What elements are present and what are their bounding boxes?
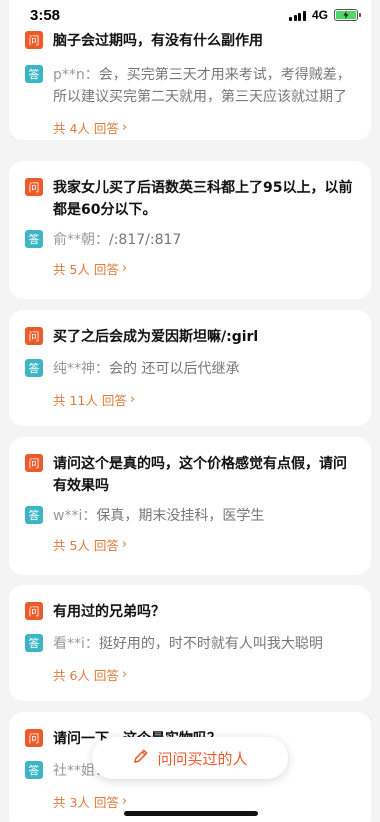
- chevron-right-icon: ›: [121, 120, 128, 135]
- answer-count: 共 5人 回答: [53, 262, 119, 277]
- status-icons: 4G: [289, 8, 361, 22]
- answer-badge: 答: [25, 230, 43, 248]
- chevron-right-icon: ›: [121, 794, 128, 809]
- question-row: 问 有用过的兄弟吗？: [25, 601, 355, 623]
- answer-body: 保真，期末没挂科，医学生: [96, 508, 265, 524]
- answer-badge: 答: [25, 65, 43, 83]
- answer-text: 纯**神：会的 还可以后代继承: [53, 358, 239, 380]
- pencil-icon: [132, 748, 149, 769]
- answer-text: p**n：会，买完第三天才用来考试，考得贼差，所以建议买完第二天就用，第三天应该…: [53, 64, 355, 108]
- question-row: 问 我家女儿买了后语数英三科都上了95以上，以前都是60分以下。: [25, 177, 355, 221]
- answer-text: w**i：保真，期末没挂科，医学生: [53, 505, 264, 527]
- question-text: 我家女儿买了后语数英三科都上了95以上，以前都是60分以下。: [53, 180, 353, 218]
- answer-row: 答 p**n：会，买完第三天才用来考试，考得贼差，所以建议买完第二天就用，第三天…: [25, 64, 355, 108]
- signal-icon: [289, 10, 306, 21]
- question-badge: 问: [25, 31, 43, 49]
- answer-user: p**n：: [53, 67, 99, 83]
- answer-count-link[interactable]: 共 5人 回答 ›: [53, 259, 127, 278]
- question-row: 问 买了之后会成为爱因斯坦嘛/:girl: [25, 326, 355, 348]
- ask-buyers-button[interactable]: 问问买过的人: [92, 737, 288, 779]
- answer-badge: 答: [25, 506, 43, 524]
- home-indicator[interactable]: [124, 811, 258, 816]
- chevron-right-icon: ›: [121, 537, 128, 552]
- answer-body: 挺好用的，时不时就有人叫我大聪明: [98, 636, 323, 652]
- battery-icon: [334, 9, 361, 21]
- question-badge: 问: [25, 327, 43, 345]
- network-label: 4G: [311, 8, 328, 22]
- answer-count: 共 5人 回答: [53, 538, 119, 553]
- answer-count-link[interactable]: 共 11人 回答 ›: [53, 390, 135, 409]
- answer-count-link[interactable]: 共 4人 回答 ›: [53, 118, 127, 137]
- answer-count-link[interactable]: 共 5人 回答 ›: [53, 535, 127, 554]
- answer-user: 看**i：: [53, 636, 99, 652]
- ask-buyers-label: 问问买过的人: [157, 749, 248, 768]
- answer-badge: 答: [25, 634, 43, 652]
- question-row: 问 请问这个是真的吗，这个价格感觉有点假，请问有效果吗: [25, 453, 355, 497]
- qa-card[interactable]: 问 请问这个是真的吗，这个价格感觉有点假，请问有效果吗 答 w**i：保真，期末…: [9, 437, 371, 575]
- answer-body: /:817/:817: [109, 232, 182, 248]
- answer-text: 俞**朝：/:817/:817: [53, 229, 181, 251]
- qa-card[interactable]: 问 买了之后会成为爱因斯坦嘛/:girl 答 纯**神：会的 还可以后代继承 共…: [9, 310, 371, 426]
- qa-card[interactable]: 问 有用过的兄弟吗？ 答 看**i：挺好用的，时不时就有人叫我大聪明 共 6人 …: [9, 585, 371, 701]
- answer-count: 共 3人 回答: [53, 795, 119, 810]
- answer-row: 答 看**i：挺好用的，时不时就有人叫我大聪明: [25, 633, 355, 655]
- answer-count-link[interactable]: 共 3人 回答 ›: [53, 792, 127, 811]
- answer-user: 俞**朝：: [53, 232, 109, 248]
- question-text: 买了之后会成为爱因斯坦嘛/:girl: [53, 329, 259, 345]
- answer-count: 共 6人 回答: [53, 668, 119, 683]
- question-text: 脑子会过期吗，有没有什么副作用: [53, 33, 263, 49]
- answer-row: 答 w**i：保真，期末没挂科，医学生: [25, 505, 355, 527]
- chevron-right-icon: ›: [121, 261, 128, 276]
- question-text: 有用过的兄弟吗？: [53, 604, 165, 620]
- question-badge: 问: [25, 602, 43, 620]
- question-badge: 问: [25, 178, 43, 196]
- answer-row: 答 俞**朝：/:817/:817: [25, 229, 355, 251]
- answer-row: 答 纯**神：会的 还可以后代继承: [25, 358, 355, 380]
- answer-user: 纯**神：: [53, 361, 109, 377]
- chevron-right-icon: ›: [121, 667, 128, 682]
- answer-count: 共 4人 回答: [53, 121, 119, 136]
- question-row: 问 脑子会过期吗，有没有什么副作用: [25, 30, 355, 52]
- status-time: 3:58: [30, 6, 61, 24]
- question-text: 请问这个是真的吗，这个价格感觉有点假，请问有效果吗: [53, 456, 347, 494]
- answer-count: 共 11人 回答: [53, 393, 127, 408]
- status-bar: 3:58 4G: [0, 0, 380, 30]
- question-badge: 问: [25, 729, 43, 747]
- answer-badge: 答: [25, 761, 43, 779]
- answer-body: 会的 还可以后代继承: [109, 361, 240, 377]
- answer-user: w**i：: [53, 508, 97, 524]
- answer-badge: 答: [25, 359, 43, 377]
- question-badge: 问: [25, 454, 43, 472]
- qa-card[interactable]: 问 我家女儿买了后语数英三科都上了95以上，以前都是60分以下。 答 俞**朝：…: [9, 161, 371, 299]
- answer-text: 看**i：挺好用的，时不时就有人叫我大聪明: [53, 633, 323, 655]
- chevron-right-icon: ›: [129, 392, 136, 407]
- answer-count-link[interactable]: 共 6人 回答 ›: [53, 665, 127, 684]
